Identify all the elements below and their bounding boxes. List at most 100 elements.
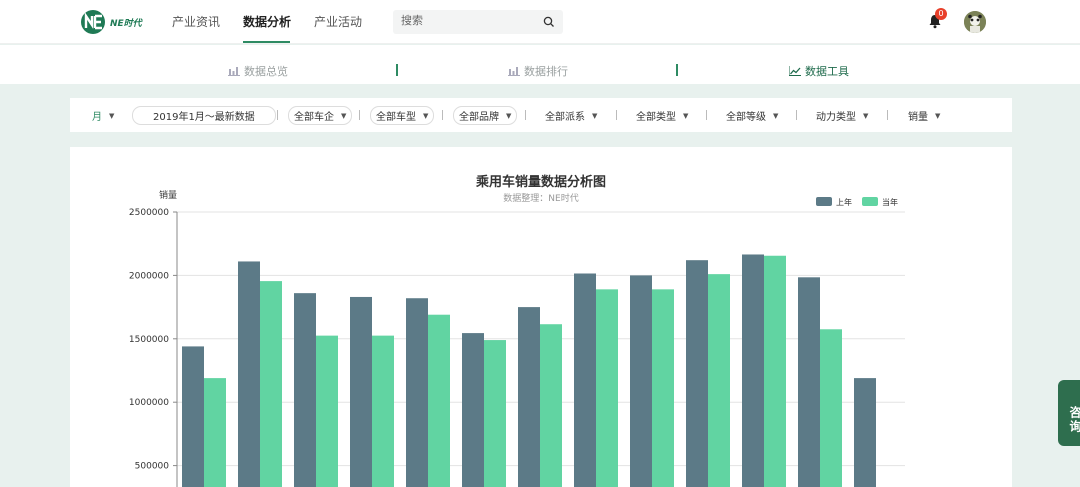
y-tick-label: 1500000 [129,335,169,345]
bar-last-year [686,260,708,487]
filter-bar: 月 ▼ 2019年1月～最新数据 全部车企 ▼ 全部车型 ▼ 全部品牌 ▼ 全部派系 ▼ … [70,98,1012,132]
filter-label: 全部派系 [545,112,585,123]
filter-label: 动力类型 [816,112,856,123]
bar-this-year [484,340,506,487]
tab-data-overview[interactable]: 数据总览 [228,63,288,79]
nav-industry-news[interactable]: 产业资讯 [172,13,220,30]
tab-divider [396,64,398,76]
filter-divider [359,110,360,120]
bar-chart-icon [508,67,520,76]
y-axis-label: 销量 [159,189,177,201]
chevron-down-icon: ▼ [935,111,941,120]
bar-last-year [462,333,484,487]
bar-this-year [540,324,562,487]
bar-this-year [372,335,394,487]
avatar-image-icon [964,11,986,33]
chevron-down-icon: ▼ [341,111,347,120]
chevron-down-icon: ▼ [683,111,689,120]
period-select[interactable]: 月 ▼ [92,108,115,124]
tab-data-ranking[interactable]: 数据排行 [508,63,568,79]
notification-badge: 0 [935,8,947,20]
filter-label: 全部车型 [376,112,416,123]
tab-label: 数据工具 [805,65,849,78]
legend-swatch [862,197,878,206]
nav-active-indicator [243,41,290,43]
top-navigation-bar: NE时代 产业资讯 数据分析 产业活动 0 [0,0,1080,44]
data-subtabs: 数据总览 数据排行 数据工具 [0,45,1080,84]
bar-this-year [652,289,674,487]
bar-chart-icon [228,67,240,76]
filter-divider [525,110,526,120]
bar-last-year [238,261,260,487]
tab-divider [676,64,678,76]
legend-swatch [816,197,832,206]
nav-data-analysis[interactable]: 数据分析 [243,13,291,30]
y-tick-label: 1000000 [129,398,169,408]
chevron-down-icon: ▼ [863,111,869,120]
filter-type[interactable]: 全部类型 ▼ [636,108,689,124]
tab-label: 数据总览 [244,65,288,78]
tab-label: 数据排行 [524,65,568,78]
legend-label: 当年 [882,197,898,207]
chevron-down-icon: ▼ [773,111,779,120]
bar-this-year [820,329,842,487]
bar-last-year [574,273,596,487]
chevron-down-icon: ▼ [506,111,512,120]
sales-bar-chart: 2500000 2000000 1500000 1000000 500000 销量上年 当年 [129,189,905,487]
bar-this-year [764,255,786,487]
chevron-down-icon: ▼ [592,111,598,120]
search-icon[interactable] [543,16,555,28]
filter-automaker[interactable]: 全部车企 ▼ [288,106,353,125]
logo-text: NE时代 [110,18,142,29]
filter-divider [616,110,617,120]
bar-this-year [596,289,618,487]
bar-last-year [798,277,820,487]
search-box [393,10,563,34]
filter-faction[interactable]: 全部派系 ▼ [545,108,598,124]
date-range-value: 2019年1月～最新数据 [153,112,255,123]
filter-grade[interactable]: 全部等级 ▼ [726,108,779,124]
ne-logo-icon [81,10,105,34]
bar-last-year [350,296,372,487]
date-range-picker[interactable]: 2019年1月～最新数据 [132,106,276,125]
bar-this-year [260,281,282,487]
filter-label: 全部品牌 [459,112,499,123]
tab-data-tools[interactable]: 数据工具 [789,63,849,79]
user-avatar[interactable] [964,11,986,33]
bar-this-year [316,335,338,487]
bar-last-year [742,254,764,487]
legend-label: 上年 [836,197,852,207]
chart-panel: 乘用车销量数据分析图 数据整理：NE时代 2500000 2000000 15000… [70,147,1012,487]
filter-power-type[interactable]: 动力类型 ▼ [816,108,869,124]
y-tick-label: 500000 [135,462,170,472]
nav-industry-events[interactable]: 产业活动 [314,13,362,30]
consult-button[interactable]: 咨询 [1058,380,1080,446]
filter-label: 销量 [908,112,928,123]
filter-metric[interactable]: 销量 ▼ [908,108,941,124]
bar-this-year [708,274,730,487]
filter-label: 全部类型 [636,112,676,123]
filter-divider [887,110,888,120]
y-tick-label: 2500000 [129,208,169,218]
bar-last-year [182,346,204,487]
site-logo[interactable]: NE时代 [80,9,144,35]
chevron-down-icon: ▼ [109,111,115,120]
filter-label: 全部车企 [294,112,334,123]
y-tick-label: 2000000 [129,271,169,281]
period-value: 月 [92,112,102,123]
bar-this-year [428,314,450,487]
filter-divider [277,110,278,120]
filter-divider [442,110,443,120]
filter-divider [796,110,797,120]
filter-brand[interactable]: 全部品牌 ▼ [453,106,518,125]
bar-last-year [854,378,876,487]
filter-divider [706,110,707,120]
filter-label: 全部等级 [726,112,766,123]
bar-last-year [630,275,652,487]
bar-last-year [518,307,540,487]
line-chart-icon [789,66,801,76]
chevron-down-icon: ▼ [423,111,429,120]
bar-this-year [204,378,226,487]
filter-model[interactable]: 全部车型 ▼ [370,106,435,125]
search-input[interactable] [401,14,531,27]
